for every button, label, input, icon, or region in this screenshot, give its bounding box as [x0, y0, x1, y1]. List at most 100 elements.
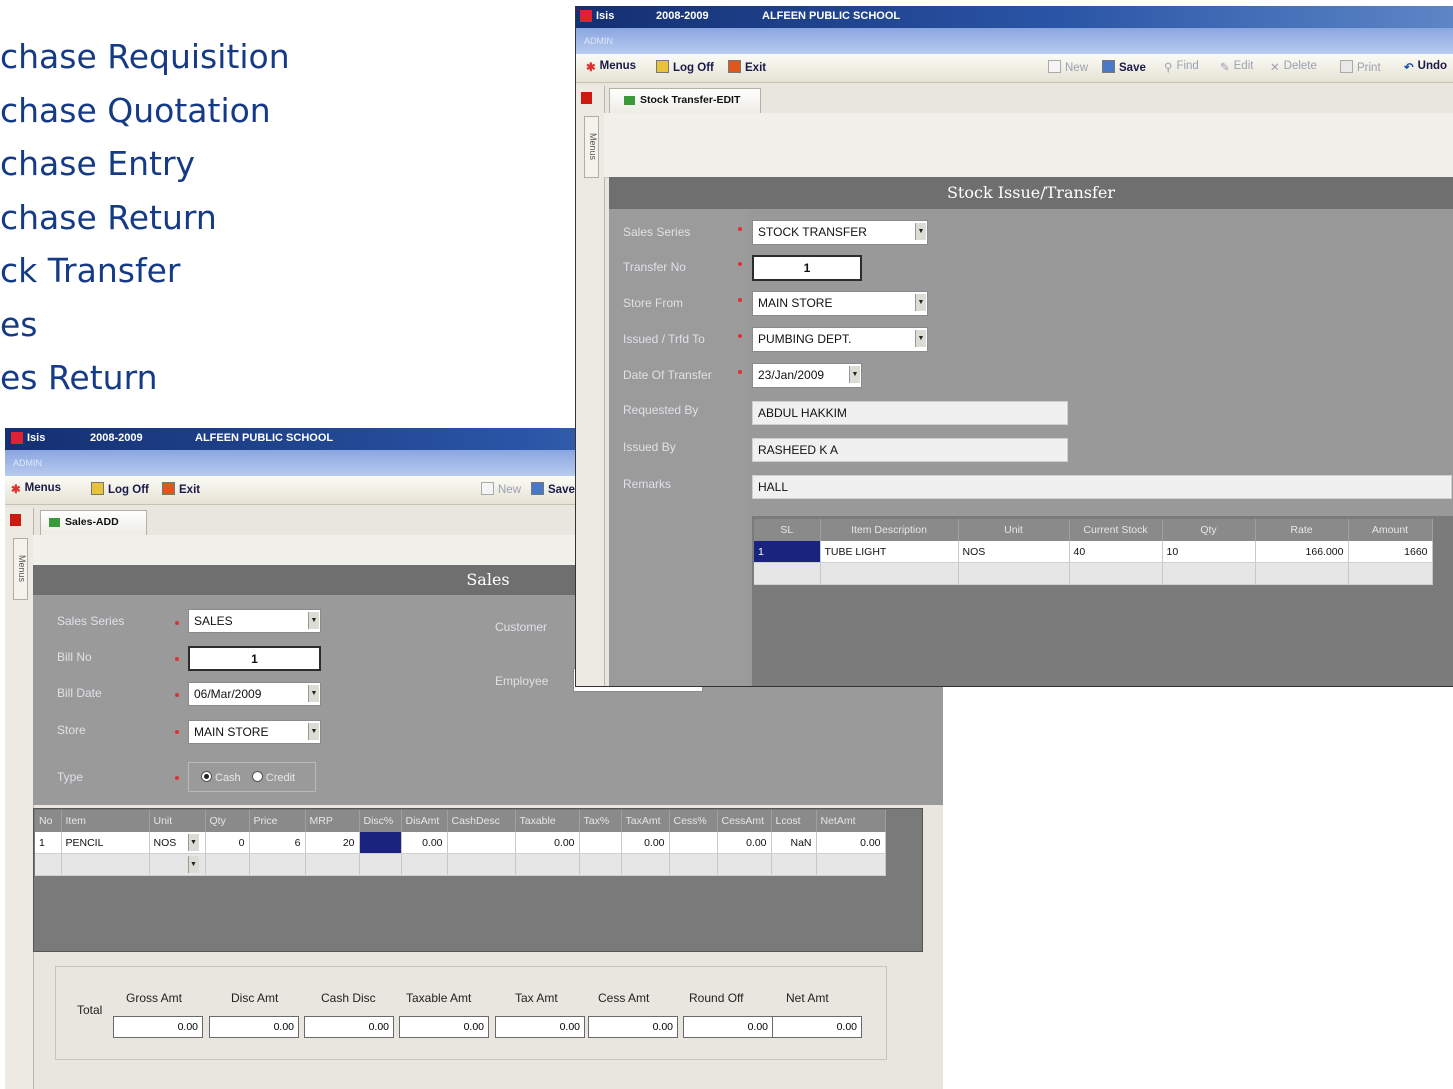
cell-amount[interactable]: 1660 — [1348, 541, 1433, 563]
bill-no-field[interactable]: 1 — [188, 646, 321, 671]
cell-price[interactable]: 6 — [249, 832, 306, 854]
tab-sales-add[interactable]: Sales-ADD — [40, 510, 147, 536]
exit-icon — [162, 482, 175, 495]
logoff-button[interactable]: Log Off — [91, 482, 149, 496]
cell-item-description[interactable]: TUBE LIGHT — [820, 541, 959, 563]
edit-button[interactable]: ✎ Edit — [1220, 60, 1253, 74]
cess-amt-field[interactable]: 0.00 — [588, 1016, 678, 1038]
undo-icon: ↶ — [1404, 62, 1414, 74]
store-select[interactable]: MAIN STORE ▼ — [188, 720, 321, 744]
col-mrp: MRP — [305, 810, 360, 832]
issued-by-label: Issued By — [623, 440, 676, 454]
undo-button[interactable]: ↶ Undo — [1404, 60, 1447, 74]
col-qty: Qty — [1162, 519, 1256, 541]
cell-rate[interactable]: 166.000 — [1255, 541, 1349, 563]
col-price: Price — [249, 810, 306, 832]
sales-series-label: Sales Series — [57, 614, 125, 628]
sales-series-select[interactable]: SALES ▼ — [188, 609, 321, 633]
chevron-down-icon[interactable]: ▼ — [187, 834, 199, 851]
table-row[interactable]: ▼ — [35, 853, 886, 876]
cell-item[interactable]: PENCIL — [61, 832, 150, 854]
cash-radio[interactable]: Cash — [201, 771, 241, 784]
bill-no-label: Bill No — [57, 650, 92, 664]
table-row[interactable] — [754, 562, 1433, 585]
net-amt-field[interactable]: 0.00 — [772, 1016, 862, 1038]
cell-netamt[interactable]: 0.00 — [816, 832, 886, 854]
round-off-field[interactable]: 0.00 — [683, 1016, 773, 1038]
table-row[interactable]: 1 PENCIL NOS ▼ 0 6 20 0.00 0.00 0.00 0.00… — [35, 832, 886, 854]
type-label: Type — [57, 770, 84, 784]
user-name: ADMIN — [584, 36, 613, 46]
new-button[interactable]: New — [1048, 60, 1088, 74]
logoff-button[interactable]: Log Off — [656, 60, 714, 74]
bullet-stock-transfer: ck Transfer — [0, 251, 181, 290]
issued-to-select[interactable]: PUMBING DEPT. ▼ — [752, 327, 928, 352]
gross-amt-field[interactable]: 0.00 — [113, 1016, 203, 1038]
cell-taxamt[interactable]: 0.00 — [621, 832, 670, 854]
remarks-field[interactable]: HALL — [752, 475, 1452, 499]
menus-vertical-tab[interactable]: Menus — [13, 538, 28, 600]
cell-tax-pct[interactable] — [579, 832, 622, 854]
required-marker — [738, 370, 742, 374]
school-name: ALFEEN PUBLIC SCHOOL — [762, 10, 901, 22]
new-button[interactable]: New — [481, 482, 521, 496]
print-button[interactable]: Print — [1340, 60, 1381, 74]
menus-vertical-tab[interactable]: Menus — [584, 116, 599, 178]
cell-unit[interactable]: NOS ▼ — [149, 832, 206, 854]
cell-cashdesc[interactable] — [447, 832, 516, 854]
cell-current-stock[interactable]: 40 — [1069, 541, 1163, 563]
menus-button[interactable]: ✱ Menus — [586, 60, 636, 74]
exit-button[interactable]: Exit — [162, 482, 200, 496]
cell-cess-pct[interactable] — [669, 832, 718, 854]
app-logo-icon — [11, 432, 23, 444]
app-name: Isis — [27, 432, 46, 444]
table-row[interactable]: 1 TUBE LIGHT NOS 40 10 166.000 1660 — [754, 541, 1433, 563]
sales-menus-sidetab[interactable]: Menus — [5, 508, 34, 1089]
cell-disamt[interactable]: 0.00 — [401, 832, 448, 854]
tab-icon — [624, 96, 635, 105]
exit-button[interactable]: Exit — [728, 60, 766, 74]
cell-cessamt[interactable]: 0.00 — [717, 832, 772, 854]
transfer-toolbar: ✱ Menus Log Off Exit New Save ⚲ Find ✎ Edit… — [576, 54, 1453, 83]
date-of-transfer-picker[interactable]: 23/Jan/2009 ▼ — [752, 363, 862, 388]
col-unit: Unit — [958, 519, 1070, 541]
save-button[interactable]: Save — [1102, 60, 1146, 74]
cell-qty[interactable]: 0 — [205, 832, 250, 854]
delete-button[interactable]: ✕ Delete — [1270, 60, 1317, 74]
save-button[interactable]: Save — [531, 482, 575, 496]
cell-sl[interactable]: 1 — [754, 541, 821, 563]
issued-by-field[interactable]: RASHEED K A — [752, 438, 1068, 462]
edit-icon: ✎ — [1220, 62, 1230, 74]
tab-stock-transfer-edit[interactable]: Stock Transfer-EDIT — [609, 88, 761, 114]
taxable-amt-field[interactable]: 0.00 — [399, 1016, 489, 1038]
required-marker — [738, 227, 742, 231]
tax-amt-field[interactable]: 0.00 — [495, 1016, 585, 1038]
col-disamt: DisAmt — [401, 810, 448, 832]
cell-qty[interactable]: 10 — [1162, 541, 1256, 563]
col-cashdesc: CashDesc — [447, 810, 516, 832]
cell-unit[interactable]: NOS — [958, 541, 1070, 563]
transfer-series-select[interactable]: STOCK TRANSFER ▼ — [752, 220, 928, 245]
transfer-no-field[interactable]: 1 — [752, 255, 862, 281]
cell-taxable[interactable]: 0.00 — [515, 832, 580, 854]
save-icon — [1102, 60, 1115, 73]
school-name: ALFEEN PUBLIC SCHOOL — [195, 432, 334, 444]
credit-radio[interactable]: Credit — [251, 771, 295, 784]
col-item-description: Item Description — [820, 519, 959, 541]
store-from-select[interactable]: MAIN STORE ▼ — [752, 291, 928, 316]
chevron-down-icon[interactable]: ▼ — [187, 856, 199, 873]
disc-amt-field[interactable]: 0.00 — [209, 1016, 299, 1038]
menus-button[interactable]: ✱ Menus — [11, 482, 61, 496]
find-button[interactable]: ⚲ Find — [1164, 60, 1199, 74]
cell-disc-pct[interactable] — [359, 832, 402, 854]
required-marker — [175, 621, 179, 625]
cell-lcost[interactable]: NaN — [771, 832, 817, 854]
new-icon — [1048, 60, 1061, 73]
bill-date-picker[interactable]: 06/Mar/2009 ▼ — [188, 682, 321, 706]
totals-panel — [55, 966, 887, 1060]
cell-no[interactable]: 1 — [35, 832, 62, 854]
requested-by-field[interactable]: ABDUL HAKKIM — [752, 401, 1068, 425]
cell-mrp[interactable]: 20 — [305, 832, 360, 854]
cash-disc-field[interactable]: 0.00 — [304, 1016, 394, 1038]
transfer-menus-sidetab[interactable]: Menus — [576, 86, 605, 686]
